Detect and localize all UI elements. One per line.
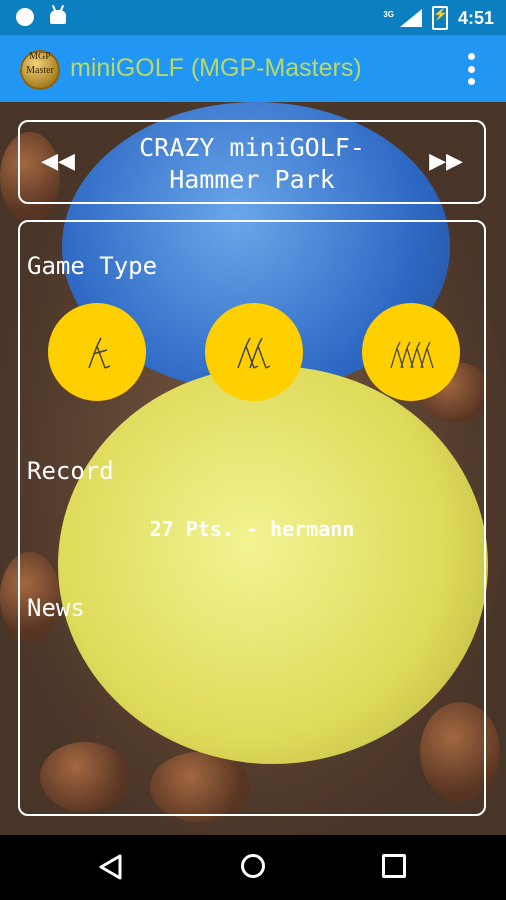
record-label: Record [27, 457, 114, 485]
system-nav-bar [0, 835, 506, 900]
rewind-icon[interactable]: ◀◀ [40, 148, 76, 176]
back-icon[interactable] [98, 854, 122, 880]
game-type-group-button[interactable] [362, 303, 460, 401]
overflow-menu-icon[interactable] [468, 53, 476, 85]
app-logo: MGP Master [20, 50, 60, 90]
recents-icon[interactable] [382, 854, 406, 878]
status-bar: 3G 4:51 [0, 0, 506, 35]
course-selector: ◀◀ CRAZY miniGOLF- Hammer Park ▶▶ [18, 120, 486, 204]
game-type-pair-button[interactable] [205, 303, 303, 401]
notification-dot-icon [16, 8, 34, 26]
two-players-golfer-icon [237, 337, 271, 369]
signal-icon [399, 9, 422, 27]
course-name: CRAZY miniGOLF- Hammer Park [139, 133, 365, 194]
fast-forward-icon[interactable]: ▶▶ [428, 148, 464, 176]
app-bar: MGP Master miniGOLF (MGP-Masters) [0, 35, 506, 102]
group-players-golfer-icon [390, 341, 434, 369]
game-type-single-button[interactable] [48, 303, 146, 401]
news-label: News [27, 594, 85, 622]
record-value: 27 Pts. - hermann [149, 517, 355, 541]
home-icon[interactable] [241, 854, 265, 878]
app-title: miniGOLF (MGP-Masters) [70, 54, 362, 82]
network-type: 3G [383, 10, 394, 19]
game-type-label: Game Type [27, 252, 158, 280]
main-content: ◀◀ CRAZY miniGOLF- Hammer Park ▶▶ Game T… [0, 102, 506, 835]
single-player-golfer-icon [88, 337, 111, 369]
course-info-panel: Game Type Record 27 Pts. - hermann News [18, 220, 486, 816]
battery-charging-icon [431, 6, 448, 30]
clock: 4:51 [457, 7, 494, 28]
android-icon [50, 10, 66, 24]
